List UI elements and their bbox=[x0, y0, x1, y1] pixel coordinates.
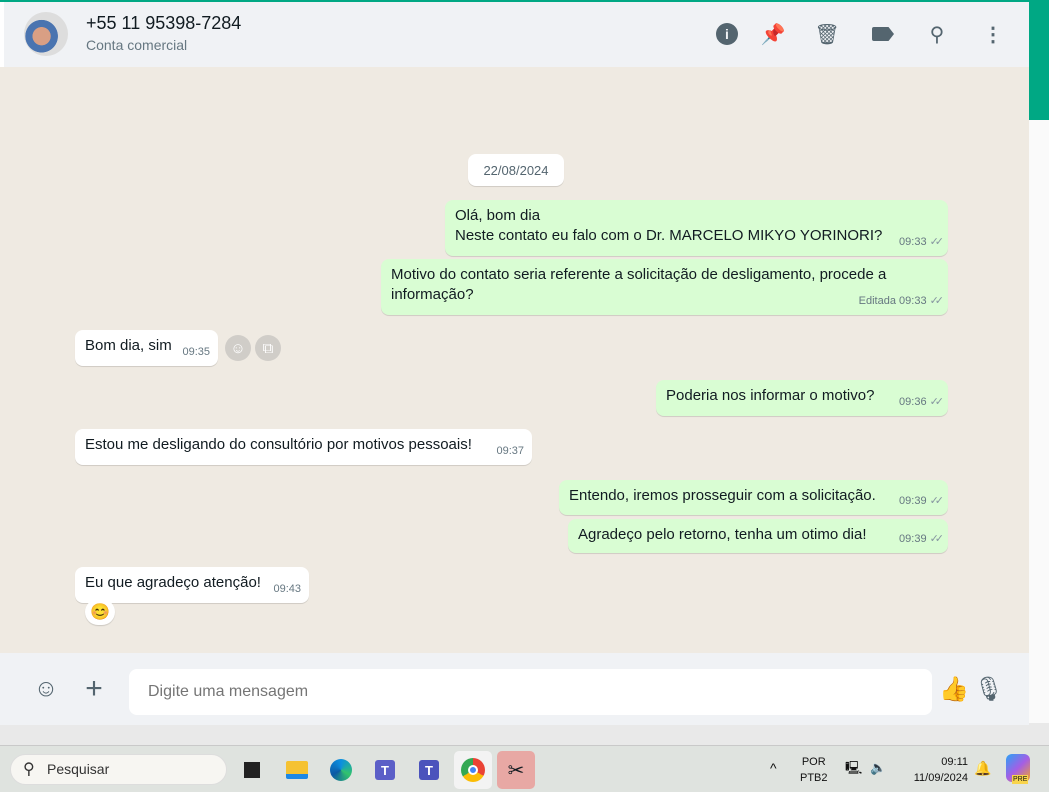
delete-icon[interactable]: 🗑 bbox=[814, 22, 839, 46]
network-icon[interactable]: 🖳 bbox=[845, 760, 862, 776]
tray-expand-icon[interactable]: ^ bbox=[770, 760, 777, 776]
read-ticks-icon: ✓✓ bbox=[929, 495, 945, 507]
teams-classic-icon[interactable]: T bbox=[366, 751, 404, 789]
search-icon: ⚲ bbox=[23, 761, 35, 778]
search-icon[interactable]: ⚲ bbox=[925, 22, 949, 46]
attach-plus-icon[interactable]: + bbox=[80, 672, 108, 705]
search-placeholder: Pesquisar bbox=[47, 761, 110, 777]
message-text: Eu que agradeço atenção! bbox=[85, 574, 261, 591]
composer-bar: ☺ + 👍 🎙 bbox=[0, 653, 1029, 725]
message-input[interactable] bbox=[129, 669, 932, 715]
contact-name[interactable]: +55 11 95398-7284 bbox=[86, 13, 241, 34]
preview-badge: PRE bbox=[1012, 775, 1029, 784]
pin-icon[interactable]: 📌 bbox=[761, 22, 786, 46]
message-text: Estou me desligando do consultório por m… bbox=[85, 436, 472, 453]
whatsapp-window: +55 11 95398-7284 Conta comercial i 📌 🗑 … bbox=[0, 0, 1029, 725]
thumbs-up-icon[interactable]: 👍 bbox=[939, 675, 969, 703]
taskbar-search[interactable]: ⚲ Pesquisar bbox=[10, 754, 227, 785]
snipping-tool-icon[interactable]: ✂ bbox=[497, 751, 535, 789]
message-bubble[interactable]: Motivo do contato seria referente a soli… bbox=[381, 259, 948, 315]
lang-code: POR bbox=[801, 756, 826, 768]
read-ticks-icon: ✓✓ bbox=[929, 236, 945, 248]
message-time: 09:33 bbox=[899, 295, 927, 307]
keyboard-layout: PTB2 bbox=[800, 772, 828, 784]
edge-icon[interactable] bbox=[322, 751, 360, 789]
message-text: Olá, bom dia bbox=[455, 207, 541, 224]
message-text: informação? bbox=[391, 286, 474, 303]
date-separator: 22/08/2024 bbox=[468, 154, 564, 186]
label-icon[interactable] bbox=[871, 22, 895, 46]
message-time: 09:35 bbox=[182, 346, 210, 358]
menu-icon[interactable]: ⋮ bbox=[981, 22, 1005, 46]
microphone-icon[interactable]: 🎙 bbox=[974, 675, 1004, 703]
message-bubble[interactable]: Poderia nos informar o motivo? 09:36 ✓✓ bbox=[656, 380, 948, 416]
info-icon[interactable]: i bbox=[715, 22, 739, 46]
message-text: Agradeço pelo retorno, tenha um otimo di… bbox=[578, 526, 867, 543]
file-explorer-icon[interactable] bbox=[278, 751, 316, 789]
chat-header: +55 11 95398-7284 Conta comercial i 📌 🗑 … bbox=[0, 2, 1029, 67]
message-time: 09:37 bbox=[496, 445, 524, 457]
language-indicator[interactable]: POR PTB2 bbox=[800, 754, 828, 786]
volume-icon[interactable]: 🔈 bbox=[870, 760, 886, 776]
read-ticks-icon: ✓✓ bbox=[929, 396, 945, 408]
background-window-accent bbox=[1029, 0, 1049, 120]
message-time: 09:39 bbox=[899, 495, 927, 507]
read-ticks-icon: ✓✓ bbox=[929, 295, 945, 307]
message-bubble[interactable]: Entendo, iremos prosseguir com a solicit… bbox=[559, 480, 948, 515]
message-bubble[interactable]: Agradeço pelo retorno, tenha um otimo di… bbox=[568, 519, 948, 553]
clock-date: 11/09/2024 bbox=[913, 772, 968, 784]
chrome-icon[interactable] bbox=[454, 751, 492, 789]
contact-subtitle: Conta comercial bbox=[86, 37, 188, 53]
message-text: Bom dia, sim bbox=[85, 337, 172, 354]
contact-avatar[interactable] bbox=[24, 12, 68, 56]
message-list[interactable]: 22/08/2024 Olá, bom dia Neste contato eu… bbox=[4, 67, 1029, 653]
task-view-icon[interactable] bbox=[233, 751, 271, 789]
message-text: Poderia nos informar o motivo? bbox=[666, 387, 875, 404]
message-text: Entendo, iremos prosseguir com a solicit… bbox=[569, 487, 876, 504]
message-time: 09:36 bbox=[899, 396, 927, 408]
taskbar: ⚲ Pesquisar T T ✂ ^ POR PTB2 🖳 🔈 09:11 11/… bbox=[0, 745, 1049, 792]
forward-icon[interactable]: ⧉ bbox=[255, 335, 281, 361]
message-bubble[interactable]: Estou me desligando do consultório por m… bbox=[75, 429, 532, 465]
copilot-icon[interactable]: PRE bbox=[1006, 754, 1030, 784]
message-time: 09:33 bbox=[899, 236, 927, 248]
message-text: Motivo do contato seria referente a soli… bbox=[391, 266, 887, 283]
message-time: 09:39 bbox=[899, 533, 927, 545]
teams-icon[interactable]: T bbox=[410, 751, 448, 789]
edited-label: Editada bbox=[858, 295, 896, 307]
message-time: 09:43 bbox=[273, 583, 301, 595]
emoji-react-icon[interactable]: ☺ bbox=[225, 335, 251, 361]
message-bubble[interactable]: Eu que agradeço atenção! 09:43 bbox=[75, 567, 309, 603]
clock-time: 09:11 bbox=[941, 756, 968, 768]
clock[interactable]: 09:11 11/09/2024 bbox=[902, 754, 968, 786]
message-text: Neste contato eu falo com o Dr. MARCELO … bbox=[455, 227, 883, 244]
message-reaction[interactable]: 😊 bbox=[85, 599, 115, 625]
message-bubble[interactable]: Olá, bom dia Neste contato eu falo com o… bbox=[445, 200, 948, 256]
emoji-icon[interactable]: ☺ bbox=[32, 675, 60, 703]
message-bubble[interactable]: Bom dia, sim 09:35 bbox=[75, 330, 218, 366]
notification-bell-icon[interactable]: 🔔 bbox=[974, 760, 991, 776]
read-ticks-icon: ✓✓ bbox=[929, 533, 945, 545]
